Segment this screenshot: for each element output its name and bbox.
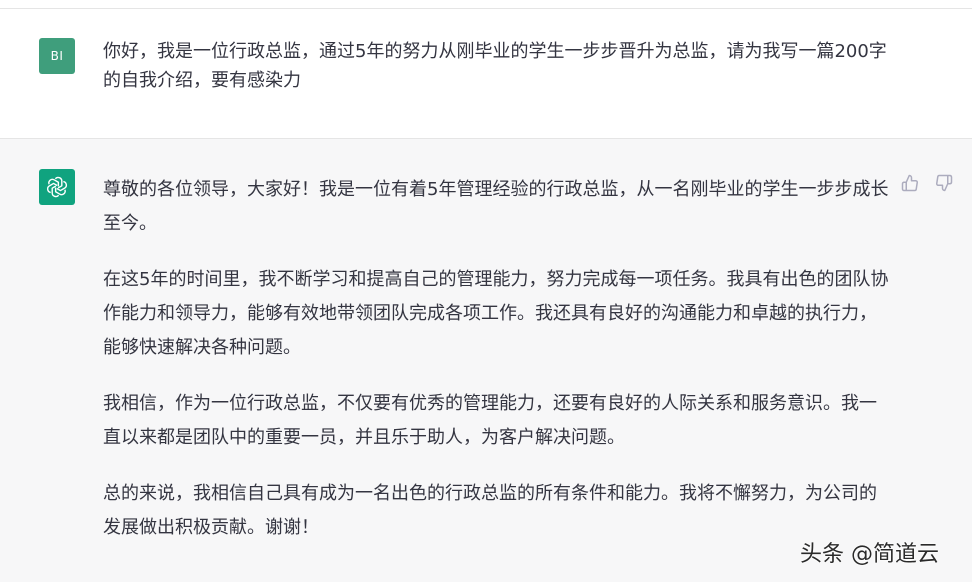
assistant-message-row: 尊敬的各位领导，大家好！我是一位有着5年管理经验的行政总监，从一名刚毕业的学生一…: [0, 139, 972, 582]
watermark: 头条 @简道云: [800, 542, 939, 567]
thumbs-up-icon: [901, 174, 918, 192]
user-avatar: BI: [39, 38, 75, 74]
user-message-row: BI 你好，我是一位行政总监，通过5年的努力从刚毕业的学生一步步晋升为总监，请为…: [0, 9, 972, 139]
thumbs-down-button[interactable]: [933, 172, 955, 194]
reply-paragraph: 在这5年的时间里，我不断学习和提高自己的管理能力，努力完成每一项任务。我具有出色…: [103, 269, 889, 358]
thumbs-down-icon: [936, 174, 953, 192]
user-message-text: 你好，我是一位行政总监，通过5年的努力从刚毕业的学生一步步晋升为总监，请为我写一…: [103, 41, 887, 91]
reply-paragraph: 我相信，作为一位行政总监，不仅要有优秀的管理能力，还要有良好的人际关系和服务意识…: [103, 393, 877, 448]
thumbs-up-button[interactable]: [899, 172, 921, 194]
assistant-reply: 尊敬的各位领导，大家好！我是一位有着5年管理经验的行政总监，从一名刚毕业的学生一…: [103, 173, 893, 567]
openai-logo-icon: [39, 169, 75, 205]
reply-paragraph: 总的来说，我相信自己具有成为一名出色的行政总监的所有条件和能力。我将不懈努力，为…: [103, 483, 877, 538]
reply-paragraph: 尊敬的各位领导，大家好！我是一位有着5年管理经验的行政总监，从一名刚毕业的学生一…: [103, 179, 889, 234]
